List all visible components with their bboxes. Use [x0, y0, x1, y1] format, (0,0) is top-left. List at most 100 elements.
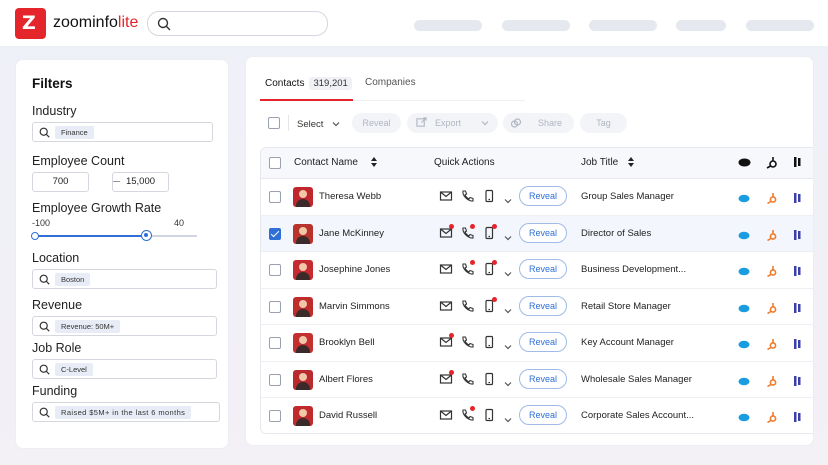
chevron-down-icon[interactable]: [504, 265, 512, 277]
mobile-icon[interactable]: [482, 408, 496, 422]
reveal-button[interactable]: Reveal: [519, 295, 567, 316]
table-row[interactable]: Theresa Webb Reveal Group Sales Manager: [261, 179, 813, 216]
table-row[interactable]: Albert Flores Reveal Wholesale Sales Manag…: [261, 361, 813, 398]
employee-count-min[interactable]: 700: [32, 172, 89, 192]
growth-slider-min-handle[interactable]: [31, 232, 39, 240]
dynamics-icon[interactable]: [794, 191, 806, 203]
row-checkbox[interactable]: [269, 373, 281, 386]
row-checkbox[interactable]: [269, 227, 281, 240]
dynamics-icon[interactable]: [794, 410, 806, 422]
reveal-button[interactable]: Reveal: [519, 186, 567, 206]
contact-name[interactable]: Jane McKinney: [319, 228, 384, 239]
select-dropdown[interactable]: Select: [297, 119, 340, 130]
dynamics-icon[interactable]: [794, 374, 806, 386]
table-row[interactable]: Brooklyn Bell Reveal Key Account Manager: [261, 325, 813, 362]
reveal-button[interactable]: Reveal: [519, 259, 567, 279]
industry-input[interactable]: Finance: [32, 122, 213, 142]
contact-name[interactable]: Marvin Simmons: [319, 301, 390, 312]
header-checkbox[interactable]: [269, 157, 281, 169]
employee-count-max[interactable]: 15,000: [112, 172, 169, 192]
email-icon[interactable]: [439, 189, 453, 203]
phone-icon[interactable]: [460, 372, 474, 386]
sort-icon[interactable]: [371, 156, 377, 168]
sort-icon[interactable]: [628, 156, 634, 168]
salesforce-icon[interactable]: [738, 191, 750, 203]
tab-contacts[interactable]: Contacts 319,201: [265, 77, 352, 90]
chevron-down-icon[interactable]: [504, 411, 512, 423]
mobile-icon[interactable]: [482, 372, 496, 386]
salesforce-icon[interactable]: [738, 264, 750, 276]
mobile-icon[interactable]: [482, 335, 496, 349]
salesforce-icon[interactable]: [738, 228, 750, 240]
revenue-chip[interactable]: Revenue: 50M+: [55, 320, 121, 333]
growth-slider-max-handle[interactable]: [141, 230, 152, 241]
search-input[interactable]: [147, 11, 328, 36]
row-checkbox[interactable]: [269, 337, 281, 349]
job-title: Corporate Sales Account...: [581, 410, 695, 421]
chevron-down-icon[interactable]: [504, 192, 512, 204]
hubspot-icon[interactable]: [766, 374, 778, 387]
row-checkbox[interactable]: [269, 300, 281, 313]
hubspot-icon[interactable]: [766, 301, 778, 314]
contact-name[interactable]: Theresa Webb: [319, 191, 381, 202]
chevron-down-icon[interactable]: [504, 338, 512, 350]
job-role-chip[interactable]: C-Level: [55, 363, 93, 376]
tag-button[interactable]: Tag: [580, 113, 627, 133]
dynamics-icon[interactable]: [794, 301, 806, 313]
location-input[interactable]: Boston: [32, 269, 217, 289]
funding-input[interactable]: Raised $5M+ in the last 6 months: [32, 402, 220, 422]
row-checkbox[interactable]: [269, 410, 281, 422]
phone-icon[interactable]: [460, 335, 474, 349]
hubspot-icon[interactable]: [766, 228, 778, 241]
reveal-bulk-button[interactable]: Reveal: [352, 113, 401, 133]
salesforce-icon[interactable]: [738, 410, 750, 422]
dynamics-icon[interactable]: [794, 228, 806, 240]
link-icon: [510, 118, 522, 128]
header-job-title[interactable]: Job Title: [581, 157, 618, 168]
hubspot-icon[interactable]: [766, 337, 778, 351]
job-role-input[interactable]: C-Level: [32, 359, 217, 379]
email-icon[interactable]: [439, 262, 453, 276]
zoominfo-logo-icon[interactable]: Z: [15, 8, 46, 39]
export-button[interactable]: Export: [407, 113, 498, 133]
select-all-checkbox[interactable]: [268, 117, 280, 129]
row-checkbox[interactable]: [269, 264, 281, 276]
revenue-input[interactable]: Revenue: 50M+: [32, 316, 217, 336]
dynamics-icon[interactable]: [794, 264, 806, 276]
mobile-icon[interactable]: [482, 189, 496, 203]
chevron-down-icon[interactable]: [504, 302, 512, 313]
reveal-button[interactable]: Reveal: [519, 332, 567, 352]
dynamics-icon[interactable]: [794, 337, 806, 349]
contact-name[interactable]: David Russell: [319, 410, 377, 421]
salesforce-icon[interactable]: [738, 337, 750, 349]
table-row[interactable]: David Russell Reveal Corporate Sales Accou…: [261, 398, 813, 433]
email-icon[interactable]: [439, 299, 453, 313]
header-contact-name[interactable]: Contact Name: [294, 157, 358, 168]
contact-name[interactable]: Brooklyn Bell: [319, 337, 374, 348]
reveal-button[interactable]: Reveal: [519, 368, 567, 389]
chevron-down-icon[interactable]: [504, 229, 512, 240]
phone-icon[interactable]: [460, 189, 474, 203]
phone-icon[interactable]: [460, 299, 474, 313]
table-row[interactable]: Marvin Simmons Reveal Retail Store Manager: [261, 288, 813, 325]
salesforce-icon[interactable]: [738, 301, 750, 313]
hubspot-icon[interactable]: [766, 191, 778, 205]
email-icon[interactable]: [439, 408, 453, 422]
tab-companies[interactable]: Companies: [365, 77, 416, 88]
funding-chip[interactable]: Raised $5M+ in the last 6 months: [55, 406, 192, 419]
reveal-button[interactable]: Reveal: [519, 405, 567, 425]
hubspot-icon[interactable]: [766, 264, 778, 278]
table-row[interactable]: Josephine Jones Reveal Business Developmen…: [261, 252, 813, 289]
contact-name[interactable]: Albert Flores: [319, 374, 373, 385]
share-button[interactable]: Share: [503, 113, 574, 133]
contact-name[interactable]: Josephine Jones: [319, 264, 390, 275]
hubspot-icon[interactable]: [766, 410, 778, 424]
new-data-badge: [492, 296, 497, 302]
location-chip[interactable]: Boston: [55, 273, 91, 286]
table-row[interactable]: Jane McKinney Reveal Director of Sales: [261, 215, 813, 252]
industry-chip[interactable]: Finance: [55, 126, 94, 139]
row-checkbox[interactable]: [269, 191, 281, 203]
reveal-button[interactable]: Reveal: [519, 222, 567, 243]
salesforce-icon[interactable]: [738, 374, 750, 386]
chevron-down-icon[interactable]: [504, 375, 512, 386]
